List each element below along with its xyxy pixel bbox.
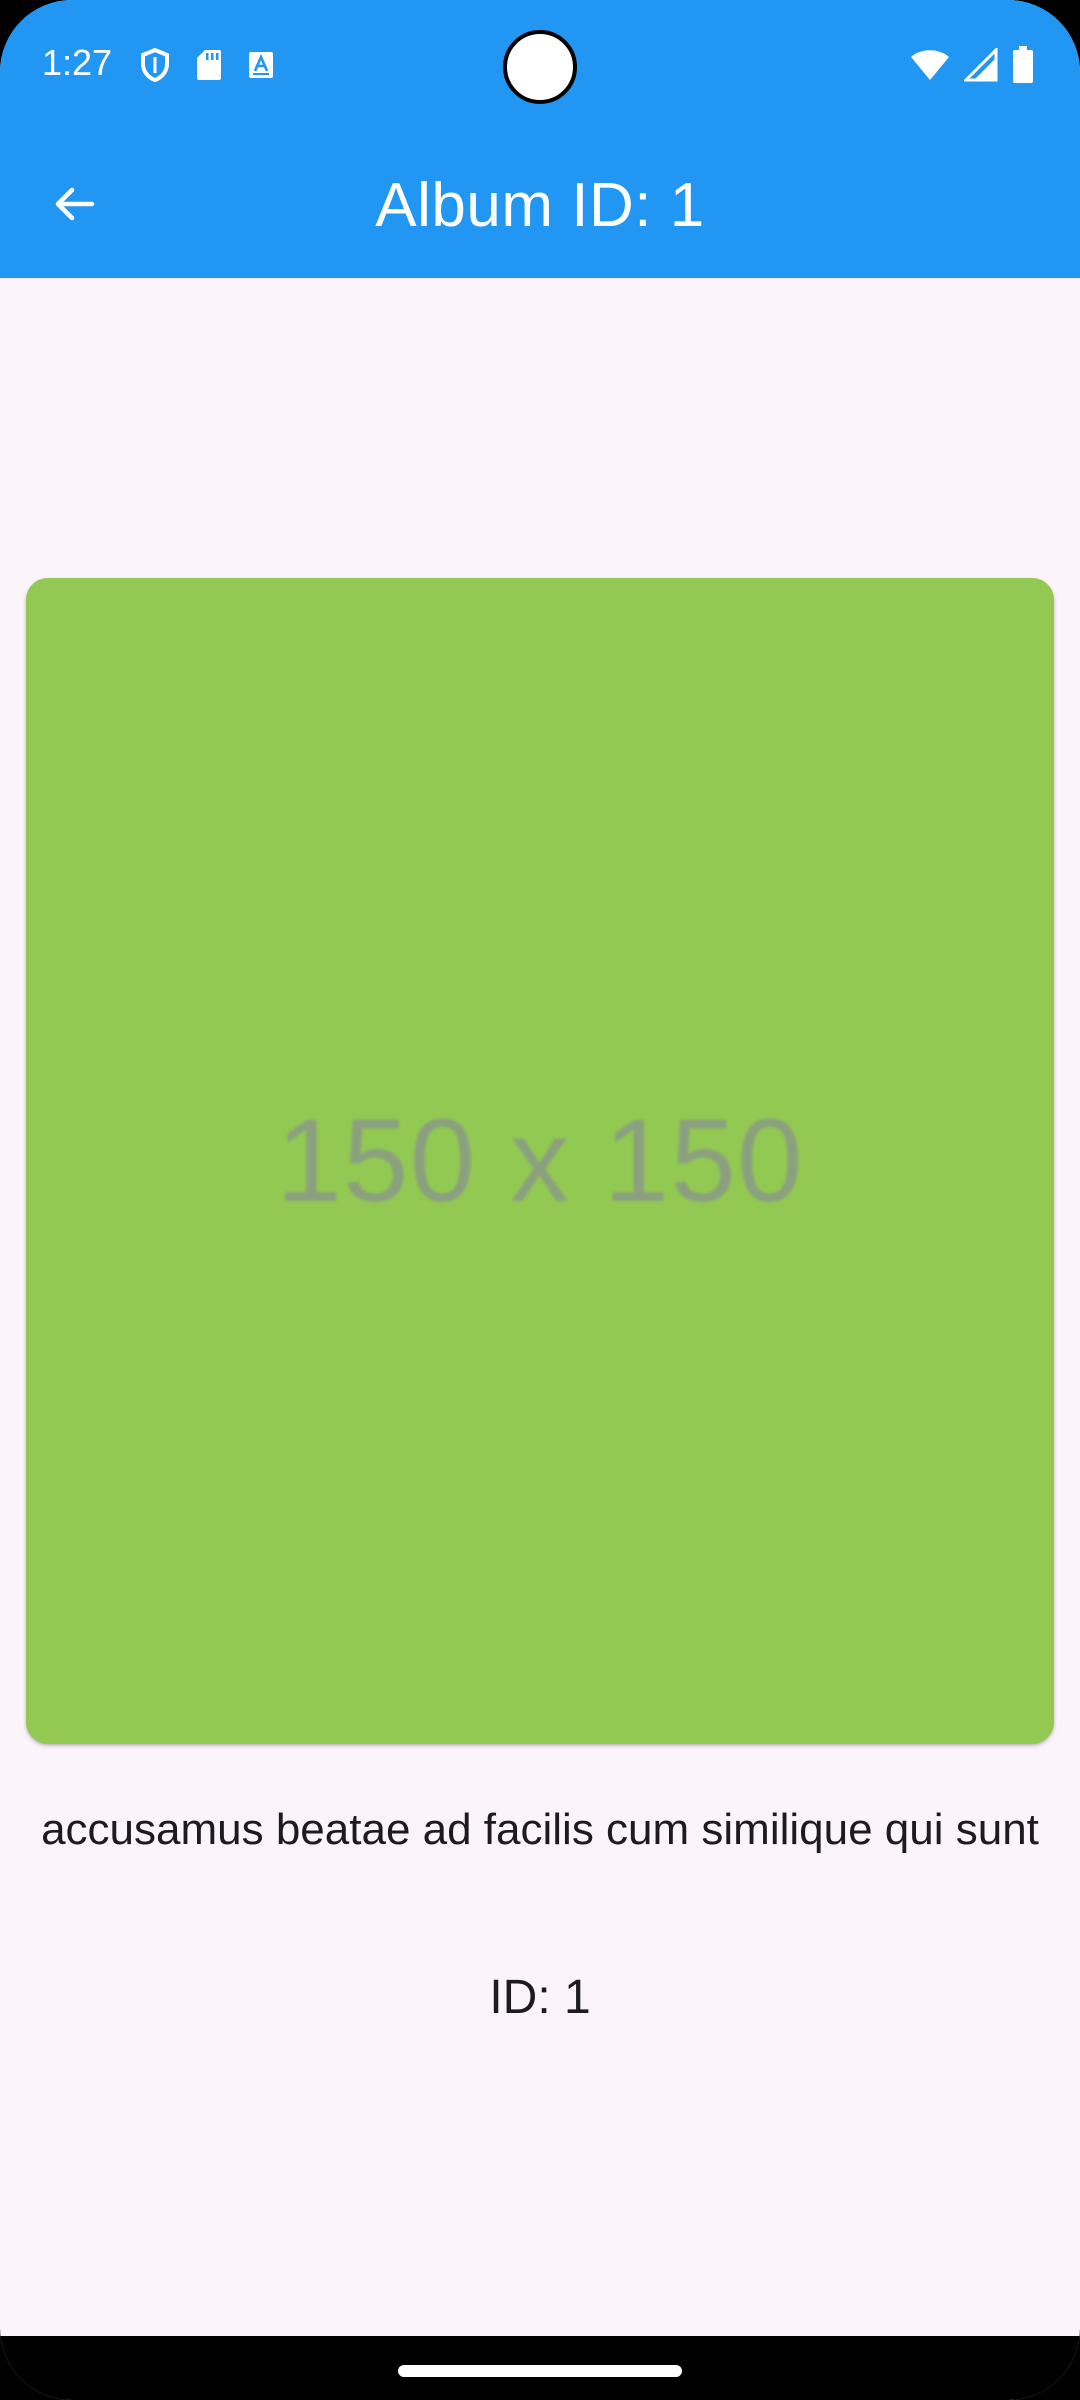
status-time: 1:27 <box>42 42 113 83</box>
keyboard-a-icon <box>248 51 274 79</box>
battery-icon <box>1012 46 1034 84</box>
home-indicator[interactable] <box>398 2365 682 2377</box>
signal-icon <box>964 48 998 82</box>
status-bar: 1:27 <box>0 0 1080 134</box>
app-bar: Album ID: 1 <box>0 134 1080 278</box>
wifi-icon <box>910 49 950 81</box>
sd-card-icon <box>196 49 222 81</box>
phone-screen: 1:27 Album ID: 1 150 x 150 accusamus bea… <box>0 0 1080 2400</box>
camera-cutout <box>503 30 577 104</box>
status-left-icons <box>140 48 274 82</box>
shield-icon <box>140 48 170 82</box>
photo-image[interactable]: 150 x 150 <box>26 578 1054 1744</box>
status-right-icons <box>910 46 1034 84</box>
page-title: Album ID: 1 <box>375 171 705 240</box>
photo-title: accusamus beatae ad facilis cum similiqu… <box>41 1805 1039 1854</box>
photo-id: ID: 1 <box>489 1971 591 2024</box>
photo-placeholder-text: 150 x 150 <box>276 1095 804 1227</box>
